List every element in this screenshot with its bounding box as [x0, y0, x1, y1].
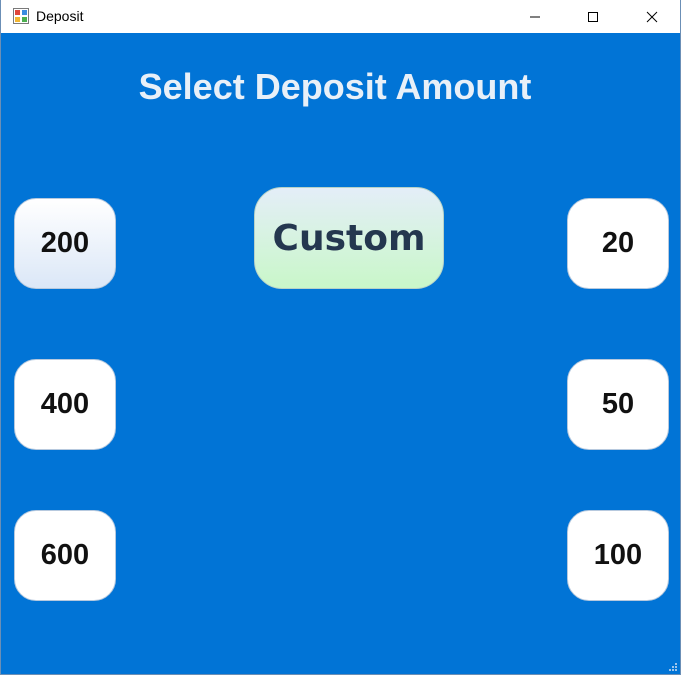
amount-button-50[interactable]: 50	[567, 359, 669, 450]
maximize-button[interactable]	[564, 0, 622, 33]
window-title: Deposit	[36, 8, 84, 24]
close-button[interactable]	[623, 0, 681, 33]
close-icon	[646, 11, 658, 22]
amount-button-400[interactable]: 400	[14, 359, 116, 450]
custom-amount-button[interactable]: Custom	[254, 187, 444, 289]
amount-button-600[interactable]: 600	[14, 510, 116, 601]
minimize-icon	[530, 16, 540, 17]
amount-button-100[interactable]: 100	[567, 510, 669, 601]
amount-button-200[interactable]: 200	[14, 198, 116, 289]
minimize-button[interactable]	[506, 0, 564, 33]
amount-button-20[interactable]: 20	[567, 198, 669, 289]
resize-grip-icon[interactable]	[667, 661, 677, 671]
page-title: Select Deposit Amount	[138, 66, 532, 107]
deposit-window: Deposit Select Deposit Amount 200 400 60…	[0, 0, 681, 675]
app-icon	[13, 8, 29, 24]
title-bar[interactable]: Deposit	[1, 0, 680, 33]
maximize-icon	[588, 11, 598, 22]
